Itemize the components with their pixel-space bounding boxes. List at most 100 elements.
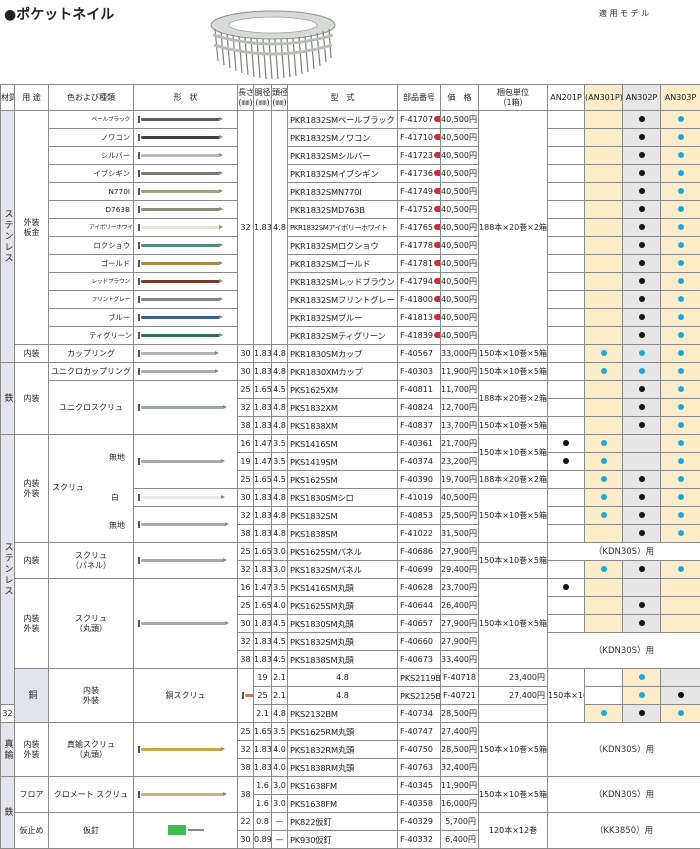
shape-cell bbox=[134, 255, 238, 273]
head-cell: 4.0 bbox=[272, 741, 288, 759]
use-cell: 内装 bbox=[15, 345, 49, 363]
applicable-cell bbox=[623, 219, 661, 237]
part-number-cell: F-41736 bbox=[398, 165, 441, 183]
shank-cell: 1.83 bbox=[254, 525, 272, 543]
length-cell: 25 bbox=[238, 381, 254, 399]
price-cell: 21,700円 bbox=[441, 435, 479, 453]
part-number-cell: F-41765 bbox=[398, 219, 441, 237]
new-badge-icon bbox=[434, 116, 441, 122]
col-length: 長さ(㎜) bbox=[238, 85, 254, 111]
nail-shape-icon bbox=[141, 496, 221, 499]
type-cell: クロメート スクリュ bbox=[49, 777, 134, 813]
length-cell: 22 bbox=[238, 813, 254, 831]
black-dot-icon bbox=[639, 188, 645, 194]
part-number: F-40374 bbox=[400, 457, 433, 466]
price-cell: 40,500円 bbox=[441, 111, 479, 129]
part-number: F-41794 bbox=[400, 277, 433, 286]
applicable-cell bbox=[661, 381, 700, 399]
applicable-cell bbox=[623, 147, 661, 165]
applicable-cell bbox=[661, 165, 700, 183]
nail-shape-icon bbox=[141, 622, 225, 625]
applicable-cell bbox=[623, 327, 661, 345]
price-cell: 40,500円 bbox=[441, 183, 479, 201]
model-cell: PKS1419SM bbox=[288, 453, 398, 471]
package-cell: 150本×10巻×5箱 bbox=[479, 579, 548, 669]
blue-dot-icon bbox=[678, 242, 684, 248]
applicable-cell bbox=[548, 219, 585, 237]
model-cell: PKS1838SM丸頭 bbox=[288, 651, 398, 669]
part-number: F-41723 bbox=[400, 151, 433, 160]
applicable-cell bbox=[661, 669, 700, 687]
applicable-cell bbox=[661, 201, 700, 219]
applicable-cell bbox=[661, 561, 700, 579]
blue-dot-icon bbox=[678, 314, 684, 320]
shank-cell: 1.65 bbox=[254, 381, 272, 399]
part-number-cell: F-40747 bbox=[398, 723, 441, 741]
shape-cell bbox=[134, 345, 238, 363]
shank-cell: 1.65 bbox=[254, 723, 272, 741]
nail-shape-icon bbox=[245, 694, 254, 697]
col-an302p: AN302P bbox=[623, 85, 661, 111]
model-cell: PKR1832SMN770I bbox=[288, 183, 398, 201]
part-number-cell: F-40811 bbox=[398, 381, 441, 399]
shank-cell: 1.83 bbox=[254, 651, 272, 669]
head-cell: 4.5 bbox=[272, 471, 288, 489]
model-cell: PKR1830SMカップ bbox=[288, 345, 398, 363]
shape-cell bbox=[134, 813, 238, 849]
part-number: F-41736 bbox=[400, 169, 433, 178]
blue-dot-icon bbox=[639, 350, 645, 356]
head-cell: 4.0 bbox=[272, 597, 288, 615]
applicable-cell bbox=[661, 435, 700, 453]
blue-dot-icon bbox=[678, 368, 684, 374]
blue-dot-icon bbox=[601, 440, 607, 446]
table-row: シルバーPKR1832SMシルバーF-4172340,500円 bbox=[1, 147, 700, 165]
shape-cell bbox=[134, 489, 238, 507]
type-cell: 仮釘 bbox=[49, 813, 134, 849]
type-cell: スクリュ （パネル） bbox=[49, 543, 134, 579]
price-cell: 28,500円 bbox=[441, 741, 479, 759]
package-cell: 150本×10巻×5箱 bbox=[479, 777, 548, 813]
col-an301p: (AN301P) bbox=[585, 85, 623, 111]
part-number-cell: F-40567 bbox=[398, 345, 441, 363]
length-cell: 30 bbox=[238, 831, 254, 849]
part-number-cell: F-41813 bbox=[398, 309, 441, 327]
blue-dot-icon bbox=[601, 368, 607, 374]
applicable-cell bbox=[623, 129, 661, 147]
nail-shape-icon bbox=[141, 748, 221, 751]
table-row: ノワコンPKR1832SMノワコンF-4171040,500円 bbox=[1, 129, 700, 147]
shank-cell: 1.47 bbox=[254, 579, 272, 597]
part-number: F-40824 bbox=[400, 403, 433, 412]
applicable-cell bbox=[585, 561, 623, 579]
part-number: F-41778 bbox=[400, 241, 433, 250]
part-number-cell: F-40358 bbox=[398, 795, 441, 813]
price-cell: 40,500円 bbox=[441, 147, 479, 165]
blue-dot-icon bbox=[639, 692, 645, 698]
price-cell: 40,500円 bbox=[441, 291, 479, 309]
model-cell: PKS2125BM bbox=[398, 687, 441, 705]
part-number: F-40750 bbox=[400, 745, 433, 754]
applicable-cell bbox=[661, 183, 700, 201]
color-name-cell: ブルー bbox=[49, 309, 134, 327]
col-an303p: AN303P bbox=[661, 85, 700, 111]
applicable-cell bbox=[585, 453, 623, 471]
material-cell: 銅 bbox=[15, 669, 49, 723]
black-dot-icon bbox=[639, 296, 645, 302]
applicable-cell bbox=[585, 129, 623, 147]
model-cell: PKS1416SM丸頭 bbox=[288, 579, 398, 597]
applicable-cell bbox=[548, 417, 585, 435]
type-cell: スクリュ （丸頭） bbox=[49, 579, 134, 669]
shank-cell: 1.6 bbox=[254, 777, 272, 795]
price-cell: 27,400円 bbox=[441, 723, 479, 741]
applicable-cell bbox=[585, 489, 623, 507]
model-cell: PKS1638FM bbox=[288, 795, 398, 813]
length-cell: 19 bbox=[254, 669, 272, 687]
applicable-cell bbox=[661, 255, 700, 273]
applicable-cell bbox=[661, 597, 700, 615]
table-row: 鉄内装ユニクロカップリング301.834.8PKR1830XMカップF-4030… bbox=[1, 363, 700, 381]
applicable-cell bbox=[585, 363, 623, 381]
length-cell: 38 bbox=[238, 525, 254, 543]
col-an201p: AN201P bbox=[548, 85, 585, 111]
shape-cell bbox=[134, 363, 238, 381]
nail-shape-icon bbox=[141, 244, 219, 247]
blue-dot-icon bbox=[639, 674, 645, 680]
